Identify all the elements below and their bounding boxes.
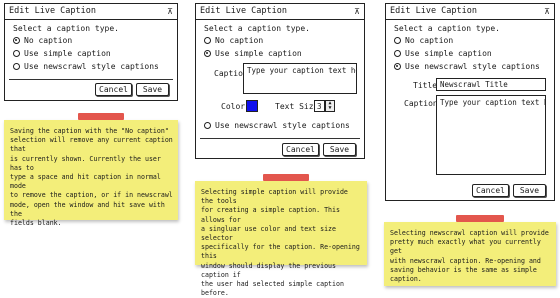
stepper-down-icon[interactable]: ▼ — [326, 106, 334, 111]
dialog-newscrawl-caption: Edit Live Caption ⊼ Select a caption typ… — [385, 3, 555, 201]
save-button[interactable]: Save — [513, 184, 546, 197]
note-line: window should display the previous capti… — [201, 261, 336, 279]
dialog-no-caption: Edit Live Caption ⊼ Select a caption typ… — [4, 3, 178, 101]
pin-icon[interactable]: ⊼ — [354, 4, 360, 19]
note-line: specifically for the caption. Re-opening… — [201, 243, 360, 261]
radio-unselected-icon — [394, 37, 401, 44]
note-line: fields blank. — [10, 219, 62, 228]
dialog-title: Edit Live Caption — [390, 6, 477, 16]
note-line: selection will remove any current captio… — [10, 136, 173, 154]
radio-newscrawl-caption[interactable]: Use newscrawl style captions — [204, 121, 350, 130]
radio-label: Use simple caption — [215, 49, 302, 58]
radio-simple-caption[interactable]: Use simple caption — [394, 49, 492, 58]
divider — [9, 79, 173, 80]
radio-label: No caption — [215, 36, 264, 45]
note-line: Selecting newscrawl caption will provide — [390, 229, 549, 237]
radio-unselected-icon — [204, 122, 211, 129]
caption-type-prompt: Select a caption type. — [204, 24, 310, 33]
radio-label: No caption — [405, 36, 454, 45]
note-line: type a space and hit caption in normal m… — [10, 173, 161, 191]
caption-type-prompt: Select a caption type. — [13, 24, 119, 33]
radio-label: Use newscrawl style captions — [24, 62, 159, 71]
note-line: with newscrawl caption. Re-opening and — [390, 256, 541, 265]
radio-unselected-icon — [13, 63, 20, 70]
save-button[interactable]: Save — [136, 83, 169, 96]
radio-label: Use newscrawl style captions — [405, 62, 540, 71]
tape-strip — [78, 113, 124, 120]
radio-simple-caption[interactable]: Use simple caption — [204, 49, 302, 58]
caption-textarea[interactable]: Type your caption text here. — [436, 95, 546, 175]
note-line: Selecting simple caption will provide th… — [201, 188, 348, 206]
radio-label: No caption — [24, 36, 73, 45]
radio-newscrawl-caption[interactable]: Use newscrawl style captions — [394, 62, 540, 71]
title-input[interactable]: Newscrawl Title — [436, 78, 546, 91]
note-line: for creating a simple caption. This allo… — [201, 206, 340, 224]
radio-unselected-icon — [394, 50, 401, 57]
dialog-title: Edit Live Caption — [9, 6, 96, 16]
text-size-stepper[interactable]: ▲ ▼ — [325, 100, 335, 112]
radio-unselected-icon — [13, 50, 20, 57]
note-line: is currently shown. Currently the user h… — [10, 154, 161, 172]
radio-newscrawl-caption[interactable]: Use newscrawl style captions — [13, 62, 159, 71]
save-button[interactable]: Save — [323, 143, 356, 156]
radio-simple-caption[interactable]: Use simple caption — [13, 49, 111, 58]
sticky-note-no-caption: Saving the caption with the "No caption"… — [4, 120, 178, 227]
dialog-titlebar: Edit Live Caption ⊼ — [386, 4, 554, 20]
note-line: the user had selected simple caption bef… — [201, 280, 344, 298]
radio-label: Use newscrawl style captions — [215, 121, 350, 130]
note-line: pretty much exactly what you currently g… — [390, 238, 541, 256]
cancel-button[interactable]: Cancel — [282, 143, 319, 156]
cancel-button[interactable]: Cancel — [95, 83, 132, 96]
radio-selected-icon — [13, 37, 20, 44]
caption-type-prompt: Select a caption type. — [394, 24, 500, 33]
dialog-simple-caption: Edit Live Caption ⊼ Select a caption typ… — [195, 3, 365, 159]
dialog-titlebar: Edit Live Caption ⊼ — [5, 4, 177, 20]
note-line: saving behavior is the same as simple ca… — [390, 265, 537, 284]
radio-selected-icon — [204, 50, 211, 57]
radio-no-caption[interactable]: No caption — [204, 36, 263, 45]
dialog-title: Edit Live Caption — [200, 6, 287, 16]
note-line: to remove the caption, or if in newscraw… — [10, 191, 173, 200]
radio-label: Use simple caption — [24, 49, 111, 58]
pin-icon[interactable]: ⊼ — [544, 4, 550, 19]
radio-selected-icon — [394, 63, 401, 70]
radio-unselected-icon — [204, 37, 211, 44]
note-line: Saving the caption with the "No caption" — [10, 127, 169, 135]
note-line: a singluar use color and text size selec… — [201, 224, 336, 243]
sticky-note-simple-caption: Selecting simple caption will provide th… — [195, 181, 367, 297]
dialog-titlebar: Edit Live Caption ⊼ — [196, 4, 364, 20]
cancel-button[interactable]: Cancel — [472, 184, 509, 197]
sticky-note-newscrawl-caption: Selecting newscrawl caption will provide… — [384, 222, 556, 286]
caption-textarea[interactable]: Type your caption text here. — [243, 63, 357, 94]
radio-no-caption[interactable]: No caption — [394, 36, 453, 45]
color-swatch[interactable] — [246, 100, 258, 112]
radio-no-caption[interactable]: No caption — [13, 36, 72, 45]
pin-icon[interactable]: ⊼ — [167, 4, 173, 19]
tape-strip — [263, 174, 309, 181]
divider — [200, 138, 360, 139]
note-line: mode, open the window and hit save with … — [10, 200, 165, 218]
radio-label: Use simple caption — [405, 49, 492, 58]
text-size-field[interactable]: 3 — [314, 100, 325, 112]
tape-strip — [456, 215, 504, 222]
